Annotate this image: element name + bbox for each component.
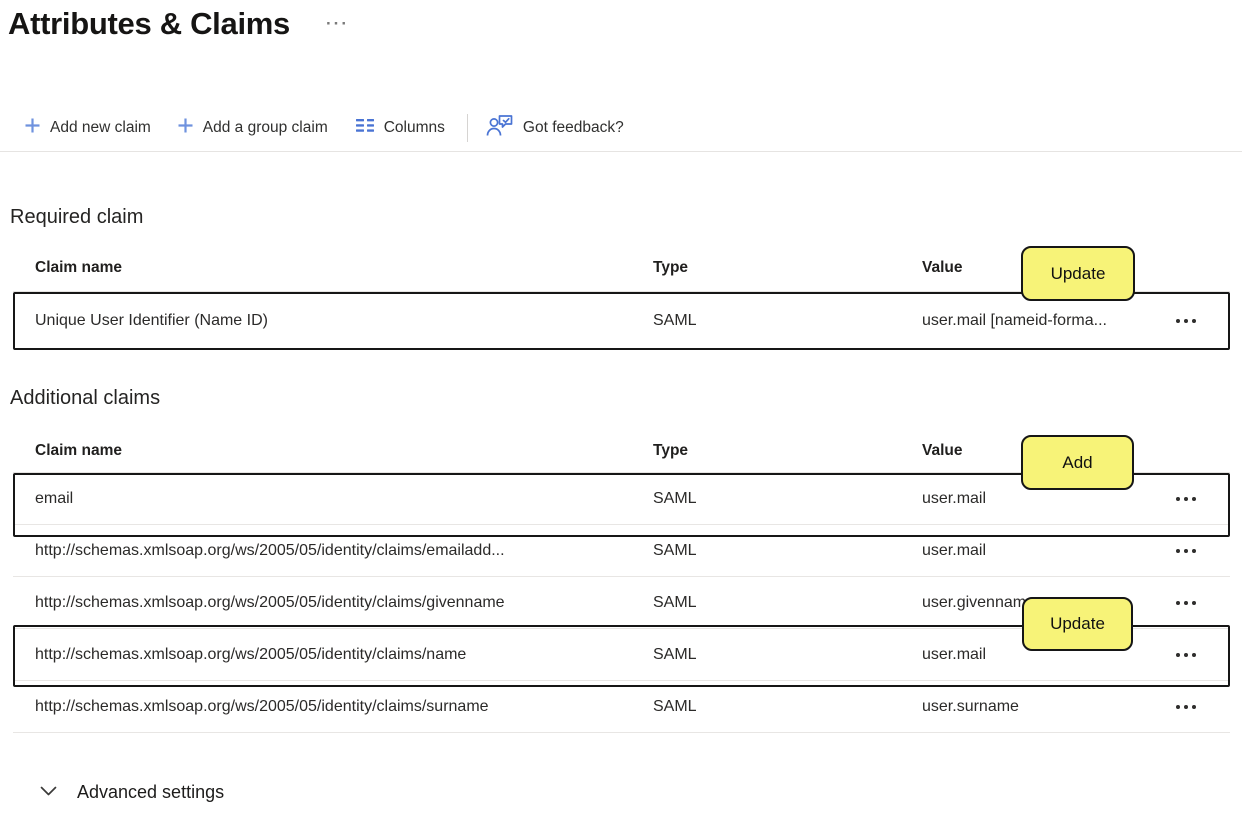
claim-type-cell: SAML <box>653 489 697 507</box>
claim-type-cell: SAML <box>653 541 697 559</box>
column-header-claim-name: Claim name <box>35 442 123 459</box>
claim-name-cell: Unique User Identifier (Name ID) <box>35 312 268 329</box>
required-claim-heading: Required claim <box>10 206 144 228</box>
add-group-claim-label: Add a group claim <box>202 118 328 136</box>
plus-icon <box>24 117 41 139</box>
table-row-surname[interactable]: http://schemas.xmlsoap.org/ws/2005/05/id… <box>13 681 1230 733</box>
row-more-icon[interactable] <box>1172 699 1200 715</box>
table-row-givenname[interactable]: http://schemas.xmlsoap.org/ws/2005/05/id… <box>13 577 1230 629</box>
claim-type-cell: SAML <box>653 697 697 715</box>
claim-name-cell: http://schemas.xmlsoap.org/ws/2005/05/id… <box>35 645 467 663</box>
column-header-type: Type <box>653 442 689 459</box>
row-more-icon[interactable] <box>1172 543 1200 559</box>
advanced-settings-label: Advanced settings <box>77 782 225 802</box>
claim-value-cell: user.givenname <box>922 593 1035 611</box>
table-row-nameid[interactable]: Unique User Identifier (Name ID) SAML us… <box>13 292 1230 350</box>
claim-value-cell: user.surname <box>922 697 1019 715</box>
claim-type-cell: SAML <box>653 645 697 663</box>
table-row-email[interactable]: email SAML user.mail <box>13 473 1230 525</box>
toolbar-divider <box>466 113 468 142</box>
chevron-down-icon <box>40 784 57 802</box>
row-more-icon[interactable] <box>1172 491 1200 507</box>
blade-more-icon[interactable]: ··· <box>326 14 349 34</box>
table-header-row: Claim name Type Value <box>13 244 1230 292</box>
got-feedback-button[interactable]: Got feedback? <box>478 110 632 146</box>
columns-icon <box>355 118 375 138</box>
columns-button[interactable]: Columns <box>348 110 453 146</box>
command-bar: Add new claim Add a group claim Columns <box>0 104 1242 152</box>
claim-name-cell: http://schemas.xmlsoap.org/ws/2005/05/id… <box>35 541 505 559</box>
page-title: Attributes & Claims <box>8 6 290 41</box>
add-new-claim-label: Add new claim <box>50 118 151 136</box>
column-header-value: Value <box>922 258 963 276</box>
row-more-icon[interactable] <box>1172 647 1200 663</box>
plus-icon <box>177 117 194 139</box>
claim-name-cell: http://schemas.xmlsoap.org/ws/2005/05/id… <box>35 593 505 611</box>
claim-name-cell: http://schemas.xmlsoap.org/ws/2005/05/id… <box>35 697 489 715</box>
attributes-claims-blade: Attributes & Claims ··· Add new claim Ad… <box>0 0 1242 816</box>
claim-name-cell: email <box>35 489 74 507</box>
got-feedback-label: Got feedback? <box>522 118 624 136</box>
column-header-type: Type <box>653 258 689 276</box>
add-new-claim-button[interactable]: Add new claim <box>16 110 159 146</box>
row-more-icon[interactable] <box>1172 313 1200 329</box>
columns-label: Columns <box>383 118 445 136</box>
claim-value-cell: user.mail [nameid-forma... <box>922 312 1107 329</box>
column-header-claim-name: Claim name <box>35 258 123 276</box>
advanced-settings-toggle[interactable]: Advanced settings <box>40 782 224 803</box>
required-claim-table: Claim name Type Value Unique User Identi… <box>13 244 1230 350</box>
claim-type-cell: SAML <box>653 593 697 611</box>
claim-value-cell: user.mail <box>922 645 987 663</box>
add-group-claim-button[interactable]: Add a group claim <box>169 110 336 146</box>
table-header-row: Claim name Type Value <box>13 430 1230 473</box>
additional-claims-table: Claim name Type Value email SAML user.ma… <box>13 430 1230 733</box>
column-header-value: Value <box>922 442 963 459</box>
additional-claims-heading: Additional claims <box>10 387 161 409</box>
claim-value-cell: user.mail <box>922 541 987 559</box>
table-row-name[interactable]: http://schemas.xmlsoap.org/ws/2005/05/id… <box>13 629 1230 681</box>
claim-type-cell: SAML <box>653 312 697 329</box>
row-more-icon[interactable] <box>1172 595 1200 611</box>
table-row-emailaddress[interactable]: http://schemas.xmlsoap.org/ws/2005/05/id… <box>13 525 1230 577</box>
feedback-icon <box>486 114 514 142</box>
claim-value-cell: user.mail <box>922 489 987 507</box>
